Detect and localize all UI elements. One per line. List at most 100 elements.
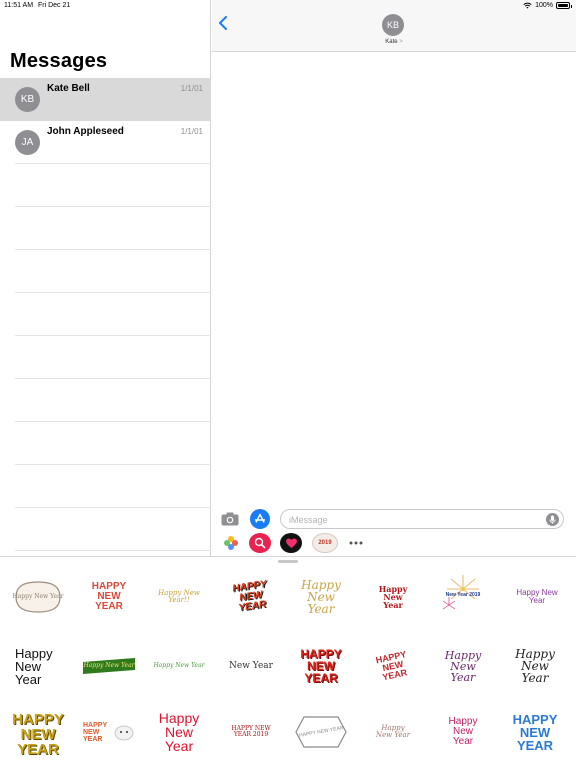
message-input[interactable]: iMessage	[280, 509, 564, 529]
sticker-text: Happy New Year!!	[158, 589, 200, 604]
sticker-20[interactable]: HAPPY NEW YEAR 2019	[222, 707, 280, 757]
sticker-17[interactable]: HAPPY NEW YEAR	[9, 705, 67, 763]
sticker-text: Happy New Year	[83, 662, 135, 669]
digital-touch-app-button[interactable]	[280, 533, 302, 553]
sticker-text: HAPPY NEW YEAR	[300, 647, 342, 685]
sticker-23[interactable]: Happy New Year	[434, 707, 492, 757]
sticker-text: Happy New Year	[444, 648, 482, 684]
row-divider	[15, 292, 211, 293]
sticker-19[interactable]: Happy New Year	[150, 707, 208, 757]
sticker-text: Happy New Year	[301, 578, 341, 616]
status-right: 100%	[523, 2, 572, 9]
sticker-text: HAPPY NEW YEAR	[512, 711, 558, 753]
row-divider	[15, 206, 211, 207]
sticker-text: Happy New Year	[153, 662, 205, 669]
row-divider	[15, 249, 211, 250]
sticker-24[interactable]: HAPPY NEW YEAR	[506, 707, 564, 757]
sticker-1[interactable]: Happy New Year	[9, 572, 67, 622]
row-divider	[15, 335, 211, 336]
app-store-button[interactable]	[250, 509, 270, 529]
conversation-pane: KB Kate > iMessage 2019	[212, 0, 576, 556]
sticker-pack-label: 2019	[318, 540, 332, 546]
page-title: Messages	[10, 50, 108, 72]
sticker-3[interactable]: Happy New Year!!	[150, 572, 208, 622]
sticker-text: Happy New Year	[15, 645, 53, 687]
row-divider	[15, 378, 211, 379]
sticker-pack-app-button[interactable]: 2019	[312, 533, 338, 553]
status-time: 11:51 AM	[4, 2, 34, 9]
status-bar: 11:51 AM Fri Dec 21 100%	[0, 0, 576, 12]
row-divider	[15, 550, 211, 551]
sticker-text: Happy New Year	[375, 724, 411, 739]
sticker-text: New Year 2019	[445, 591, 481, 598]
conversation-list-pane: Messages KB Kate Bell 1/1/01 JA John App…	[0, 0, 211, 556]
sticker-text: New Year	[229, 660, 273, 671]
wifi-icon	[523, 2, 532, 9]
photos-app-button[interactable]	[220, 533, 242, 553]
more-icon	[349, 541, 363, 545]
conversation-date: 1/1/01	[180, 84, 203, 93]
ipad-screen: 11:51 AM Fri Dec 21 100% Messages KB Kat…	[0, 0, 576, 768]
sticker-text: HAPPY NEW YEAR	[83, 721, 107, 743]
sticker-7[interactable]: New Year 2019	[434, 570, 492, 620]
sticker-14[interactable]: HAPPY NEW YEAR	[364, 641, 422, 691]
search-images-app-button[interactable]	[249, 533, 271, 553]
sticker-18[interactable]: HAPPY NEW YEAR	[80, 707, 138, 757]
conversation-date: 1/1/01	[180, 127, 203, 136]
battery-percent: 100%	[535, 2, 553, 9]
avatar: JA	[15, 130, 40, 155]
search-globe-icon	[254, 537, 266, 549]
microphone-icon	[549, 515, 556, 524]
sticker-text: Happy New Year	[158, 710, 200, 754]
sticker-11[interactable]: Happy New Year	[150, 641, 208, 691]
heart-icon	[285, 538, 297, 548]
sticker-text: HAPPY NEW YEAR	[231, 578, 268, 614]
imessage-app-strip: 2019	[212, 533, 576, 555]
battery-icon	[556, 2, 572, 9]
sticker-4[interactable]: HAPPY NEW YEAR	[222, 572, 280, 622]
avatar: KB	[15, 87, 40, 112]
contact-avatar[interactable]: KB	[382, 14, 404, 36]
conversation-row-kate-bell[interactable]: KB Kate Bell 1/1/01	[0, 78, 211, 121]
sticker-8[interactable]: Happy New Year	[508, 572, 566, 622]
sticker-drawer: Happy New Year HAPPY NEW YEAR Happy New …	[0, 556, 576, 768]
sticker-text: Happy New Year	[378, 584, 408, 610]
chevron-right-icon: >	[399, 39, 403, 45]
sticker-text: Happy New Year	[516, 588, 558, 605]
message-input-bar: iMessage	[212, 507, 576, 531]
sticker-16[interactable]: Happy New Year	[506, 641, 564, 691]
row-divider	[15, 163, 211, 164]
sticker-text: HAPPY NEW YEAR	[12, 710, 64, 758]
sticker-15[interactable]: Happy New Year	[434, 641, 492, 691]
sticker-text: HAPPY NEW YEAR 2019	[231, 725, 271, 738]
sticker-9[interactable]: Happy New Year	[9, 641, 67, 691]
microphone-button[interactable]	[546, 513, 559, 526]
camera-icon[interactable]	[221, 512, 239, 526]
sticker-5[interactable]: Happy New Year	[292, 572, 350, 622]
sticker-text: Happy New Year	[12, 593, 64, 600]
sheep-icon	[114, 725, 134, 741]
back-chevron-icon[interactable]	[218, 16, 228, 30]
sticker-text: HAPPY NEW YEAR	[374, 648, 409, 682]
message-input-placeholder: iMessage	[289, 515, 328, 525]
contact-name-label: Kate	[385, 39, 398, 45]
row-divider	[15, 421, 211, 422]
row-divider	[15, 507, 211, 508]
app-store-icon	[254, 513, 266, 523]
sticker-6[interactable]: Happy New Year	[364, 572, 422, 622]
contact-name-header[interactable]: Kate >	[212, 39, 576, 45]
more-apps-button[interactable]	[345, 533, 367, 553]
sticker-21[interactable]: HAPPY NEW YEAR	[292, 707, 350, 757]
sticker-10[interactable]: Happy New Year	[80, 641, 138, 691]
sticker-text: Happy New Year	[448, 716, 478, 747]
sticker-2[interactable]: HAPPY NEW YEAR	[80, 572, 138, 622]
sticker-22[interactable]: Happy New Year	[364, 707, 422, 757]
sticker-13[interactable]: HAPPY NEW YEAR	[292, 641, 350, 691]
row-divider	[15, 464, 211, 465]
sticker-text: Happy New Year	[515, 647, 555, 685]
contact-name: John Appleseed	[47, 126, 124, 137]
drawer-grabber[interactable]	[278, 560, 298, 563]
photos-icon	[224, 536, 238, 550]
sticker-12[interactable]: New Year	[222, 641, 280, 691]
conversation-row-john-appleseed[interactable]: JA John Appleseed 1/1/01	[0, 121, 211, 164]
